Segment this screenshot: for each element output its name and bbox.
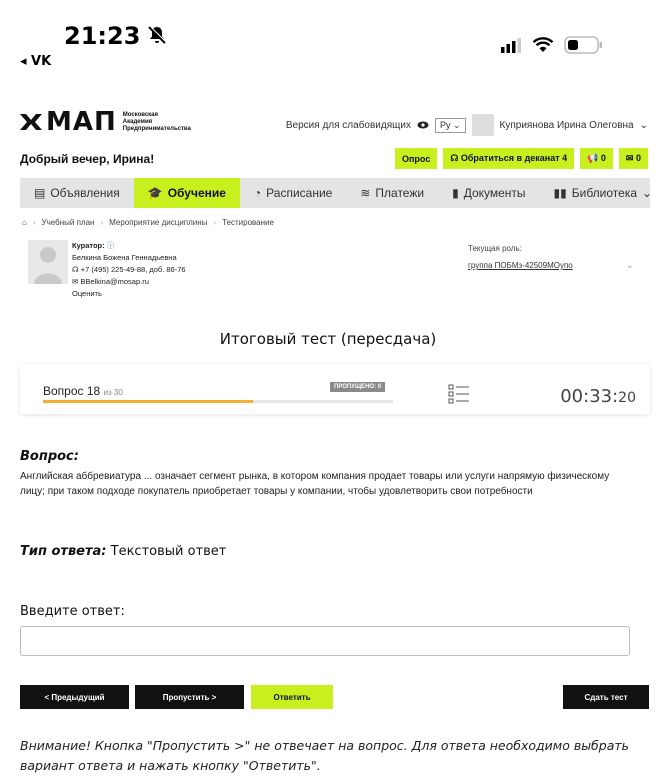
curator-photo: [28, 240, 68, 284]
answer-button[interactable]: Ответить: [251, 685, 333, 709]
eye-icon[interactable]: [417, 121, 429, 129]
question-text: Английская аббревиатура ... означает сег…: [20, 471, 610, 497]
nav-item-library[interactable]: ▮▮ Библиотека ⌄: [540, 178, 656, 208]
megaphone-icon: 📢: [587, 153, 599, 163]
envelope-icon: ✉: [72, 277, 79, 286]
user-avatar[interactable]: [471, 114, 494, 136]
progress-fill: [43, 400, 253, 403]
nav-item-documents[interactable]: ▮ Документы: [438, 178, 539, 208]
notice-text: Внимание! Кнопка "Пропустить >" не отвеч…: [20, 738, 630, 773]
header-tools: Версия для слабовидящих Ру ⌄ Куприянова …: [286, 114, 648, 136]
question-counter: Вопрос 18 из 30: [43, 384, 123, 398]
envelope-icon: ✉: [625, 153, 634, 163]
timer: 00:33:20: [560, 386, 636, 407]
back-to-app-link[interactable]: ◂ VK: [20, 54, 51, 69]
question-heading: Вопрос:: [20, 449, 79, 464]
version-impaired-link[interactable]: Версия для слабовидящих: [286, 120, 411, 131]
greeting: Добрый вечер, Ирина!: [20, 152, 155, 166]
breadcrumb-item: Тестирование: [222, 218, 274, 227]
language-select[interactable]: Ру ⌄: [434, 117, 466, 133]
logo-subtitle: Московская Академия Предпринимательства: [122, 111, 191, 132]
answer-type-value: Текстовый ответ: [110, 544, 227, 559]
book-icon: ▮▮: [553, 186, 567, 200]
headset-icon: ☊: [72, 265, 79, 274]
logo-mark-icon: [20, 114, 42, 130]
skip-button[interactable]: Пропустить >: [135, 685, 244, 709]
user-name[interactable]: Куприянова Ирина Олеговна: [500, 120, 634, 131]
test-title: Итоговый тест (пересдача): [219, 330, 437, 348]
breadcrumb-item[interactable]: Учебный план: [42, 218, 95, 227]
help-icon[interactable]: ⓘ: [107, 241, 115, 250]
logo[interactable]: МАП Московская Академия Предпринимательс…: [20, 107, 191, 137]
nav-item-announcements[interactable]: ▤ Объявления: [20, 178, 134, 208]
signal-icon: [501, 38, 521, 53]
breadcrumb: ⌂ › Учебный план › Мероприятие дисциплин…: [22, 218, 274, 227]
nav-item-schedule[interactable]: ◔ Расписание: [240, 178, 346, 208]
chevron-down-icon[interactable]: ⌄: [626, 260, 634, 271]
battery-icon: [564, 36, 602, 54]
curator-card: Куратор: ⓘ Белкина Божена Геннадьевна ☊ …: [28, 240, 428, 314]
question-panel: Вопрос 18 из 30 ПРОПУЩЕНО: 0 00:33:20: [20, 364, 650, 414]
question-list-icon[interactable]: [448, 384, 470, 408]
document-icon: ▮: [452, 186, 459, 200]
status-time: 21:23: [64, 22, 141, 50]
messages-button[interactable]: ✉ 0: [618, 148, 648, 169]
contact-dean-button[interactable]: ☊ Обратиться в деканат 4: [443, 148, 575, 169]
home-icon[interactable]: ⌂: [22, 218, 27, 227]
progress-bar: [43, 400, 393, 403]
answer-type: Тип ответа: Текстовый ответ: [20, 544, 226, 559]
curator-name: Белкина Божена Геннадьевна: [72, 253, 177, 262]
clock-icon: ◔: [253, 186, 262, 200]
answer-input-label: Введите ответ:: [20, 604, 125, 619]
survey-button[interactable]: Опрос: [395, 148, 438, 169]
header-actions: Опрос ☊ Обратиться в деканат 4 📢 0 ✉ 0: [395, 148, 648, 169]
bell-muted-icon: [146, 24, 168, 50]
graduation-cap-icon: 🎓: [147, 186, 163, 200]
curator-title: Куратор:: [72, 241, 105, 250]
main-nav: ▤ Объявления 🎓 Обучение ◔ Расписание ≋ Плате…: [20, 178, 652, 208]
previous-button[interactable]: < Предыдущий: [20, 685, 129, 709]
role-label: Текущая роль:: [468, 244, 522, 253]
role-value[interactable]: группа ПОБМз-42509МОупо: [468, 261, 634, 270]
news-icon: ▤: [34, 186, 46, 200]
status-icons: [500, 36, 604, 54]
answer-input[interactable]: [20, 626, 630, 656]
curator-phone[interactable]: +7 (495) 225-49-88, доб. 86-76: [81, 265, 186, 274]
answer-type-label: Тип ответа:: [20, 544, 107, 559]
curator-info: Куратор: ⓘ Белкина Божена Геннадьевна ☊ …: [72, 240, 186, 300]
status-bar: 21:23 ◂ VK: [0, 0, 656, 90]
role-selector[interactable]: Текущая роль: группа ПОБМз-42509МОупо: [468, 244, 634, 270]
nav-item-learning[interactable]: 🎓 Обучение: [133, 178, 240, 208]
finish-test-button[interactable]: Сдать тест: [563, 685, 649, 709]
coins-icon: ≋: [360, 186, 371, 200]
chevron-down-icon[interactable]: ⌄: [640, 120, 648, 131]
notifications-button[interactable]: 📢 0: [580, 148, 613, 169]
breadcrumb-item[interactable]: Мероприятие дисциплины: [109, 218, 207, 227]
skipped-badge: ПРОПУЩЕНО: 0: [330, 382, 386, 392]
rate-link[interactable]: Оценить: [72, 288, 186, 300]
wifi-icon: [532, 37, 554, 52]
chevron-down-icon: ⌄: [642, 186, 653, 200]
headset-icon: ☊: [450, 153, 459, 163]
logo-text: МАП: [46, 107, 117, 137]
nav-item-payments[interactable]: ≋ Платежи: [346, 178, 438, 208]
curator-email[interactable]: BBelkina@mosap.ru: [80, 277, 148, 286]
